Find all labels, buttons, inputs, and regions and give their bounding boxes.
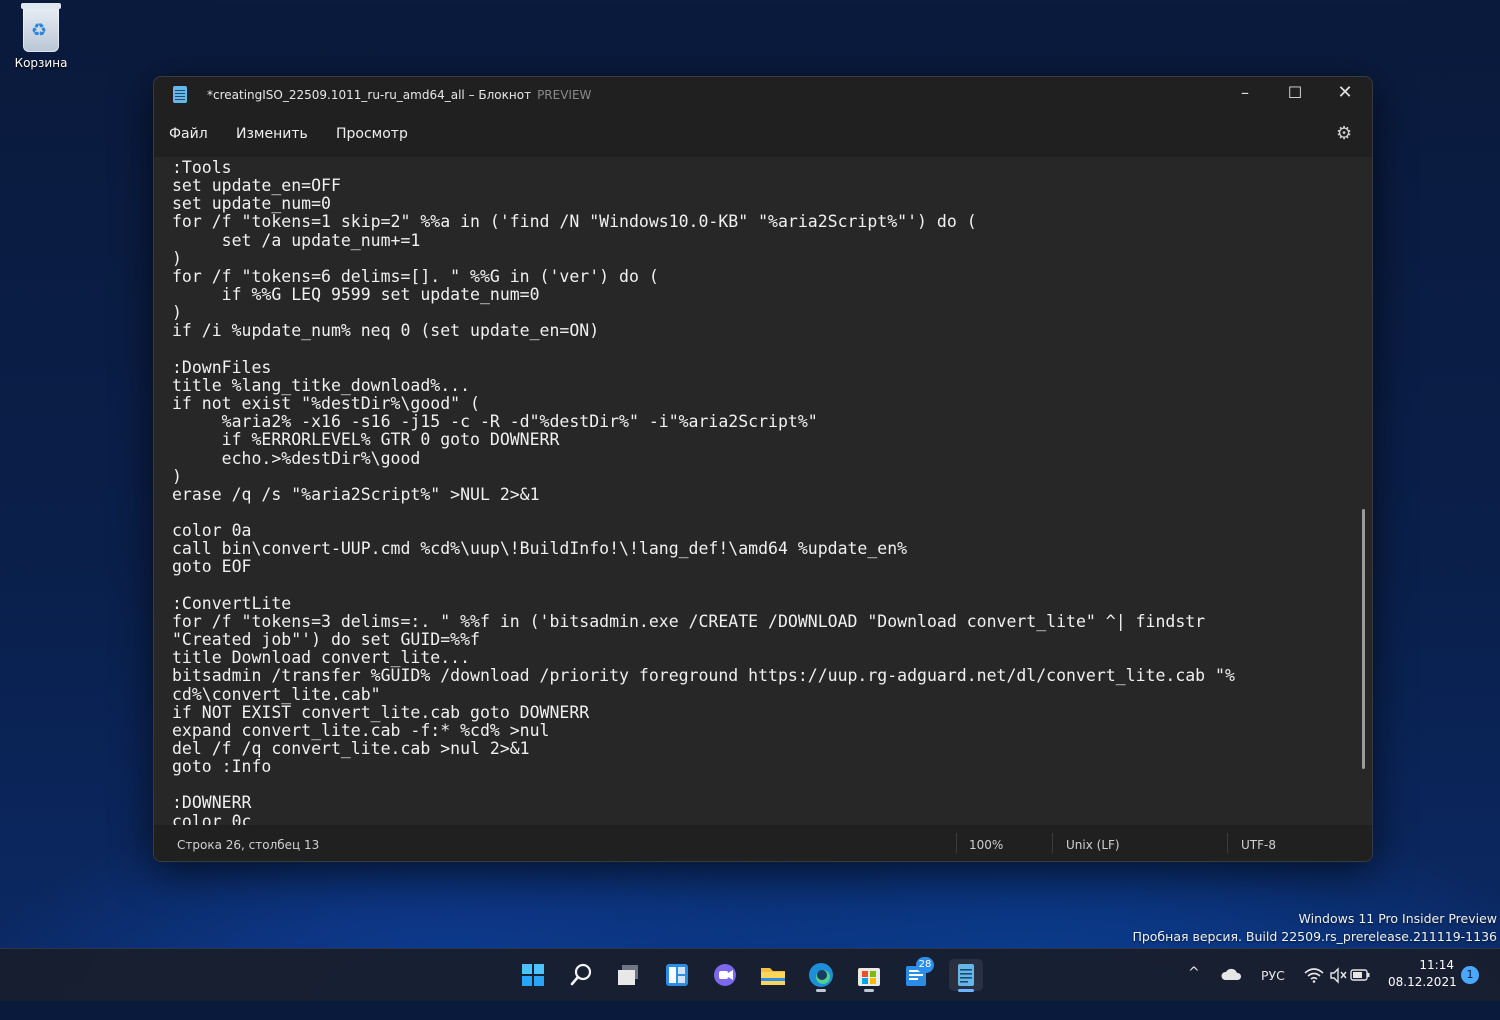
file-explorer-button[interactable]	[756, 959, 790, 991]
menu-bar: Файл Изменить Просмотр ⚙	[154, 113, 1372, 157]
encoding: UTF-8	[1241, 838, 1276, 852]
clock-time: 11:14	[1419, 958, 1454, 972]
maximize-button[interactable]: ☐	[1270, 77, 1320, 111]
window-title-text: *creatingISO_22509.1011_ru-ru_amd64_all …	[207, 88, 532, 102]
cloud-icon	[1221, 968, 1242, 980]
edge-button[interactable]	[804, 959, 838, 992]
zoom-level: 100%	[969, 838, 1004, 852]
status-divider	[956, 833, 957, 853]
text-editor[interactable]: :Tools set update_en=OFF set update_num=…	[154, 157, 1372, 825]
quick-settings-button[interactable]	[1303, 965, 1373, 1017]
start-button[interactable]	[516, 959, 550, 991]
menu-edit[interactable]: Изменить	[236, 126, 308, 142]
vertical-scrollbar[interactable]	[1362, 509, 1365, 769]
gear-icon[interactable]: ⚙	[1336, 123, 1352, 144]
system-tray-icons	[1304, 967, 1370, 984]
menu-file[interactable]: Файл	[169, 126, 208, 142]
desktop-icon-label: Корзина	[14, 56, 68, 70]
recycle-bin-icon: ♻	[21, 3, 61, 52]
notification-badge: 28	[916, 957, 934, 973]
menu-view[interactable]: Просмотр	[336, 126, 408, 142]
widgets-icon	[666, 964, 688, 986]
chat-icon	[714, 964, 736, 986]
clock[interactable]: 11:14 08.12.2021	[1388, 957, 1457, 991]
file-explorer-icon	[761, 968, 785, 985]
running-indicator	[864, 989, 874, 992]
store-icon	[858, 968, 880, 986]
store-button[interactable]	[852, 959, 886, 992]
clock-date: 08.12.2021	[1388, 975, 1457, 989]
chat-button[interactable]	[708, 959, 742, 991]
desktop-icon-recycle-bin[interactable]: ♻ Корзина	[8, 3, 74, 70]
wifi-icon	[1304, 968, 1324, 983]
task-view-icon	[618, 965, 638, 985]
volume-muted-icon	[1330, 967, 1347, 984]
notepad-taskbar-button[interactable]	[949, 959, 983, 992]
search-icon	[570, 963, 592, 986]
notepad-window: *creatingISO_22509.1011_ru-ru_amd64_all …	[153, 76, 1373, 862]
news-button[interactable]: 28	[900, 957, 934, 991]
watermark-edition: Windows 11 Pro Insider Preview	[1298, 911, 1497, 926]
close-button[interactable]: ✕	[1320, 77, 1370, 111]
status-divider	[1227, 833, 1228, 853]
minimize-button[interactable]: –	[1220, 77, 1270, 111]
watermark-build: Пробная версия. Build 22509.rs_prereleas…	[1132, 929, 1497, 944]
onedrive-button[interactable]	[1220, 966, 1244, 1018]
edge-icon	[809, 963, 833, 987]
start-icon	[522, 964, 544, 986]
battery-icon	[1350, 969, 1370, 981]
window-title: *creatingISO_22509.1011_ru-ru_amd64_all …	[207, 88, 591, 102]
notification-center-button[interactable]: 1	[1461, 966, 1479, 984]
notepad-icon	[958, 964, 974, 986]
notepad-icon	[173, 86, 187, 103]
line-endings: Unix (LF)	[1066, 838, 1120, 852]
status-divider	[1052, 833, 1053, 853]
cursor-position: Строка 26, столбец 13	[177, 838, 320, 852]
preview-tag: PREVIEW	[537, 88, 592, 102]
running-indicator	[816, 989, 826, 992]
editor-content[interactable]: :Tools set update_en=OFF set update_num=…	[172, 158, 1235, 825]
show-hidden-icons-button[interactable]: ^	[1188, 965, 1200, 1017]
widgets-button[interactable]	[660, 959, 694, 991]
active-indicator	[958, 989, 974, 992]
input-language-button[interactable]: РУС	[1261, 968, 1285, 1020]
status-bar: Строка 26, столбец 13 100% Unix (LF) UTF…	[154, 825, 1372, 861]
task-view-button[interactable]	[612, 959, 646, 991]
title-bar[interactable]: *creatingISO_22509.1011_ru-ru_amd64_all …	[154, 77, 1372, 113]
taskbar: 28 ^ РУС 11:14 08.12.2021 1	[0, 948, 1500, 1001]
search-button[interactable]	[564, 959, 598, 991]
